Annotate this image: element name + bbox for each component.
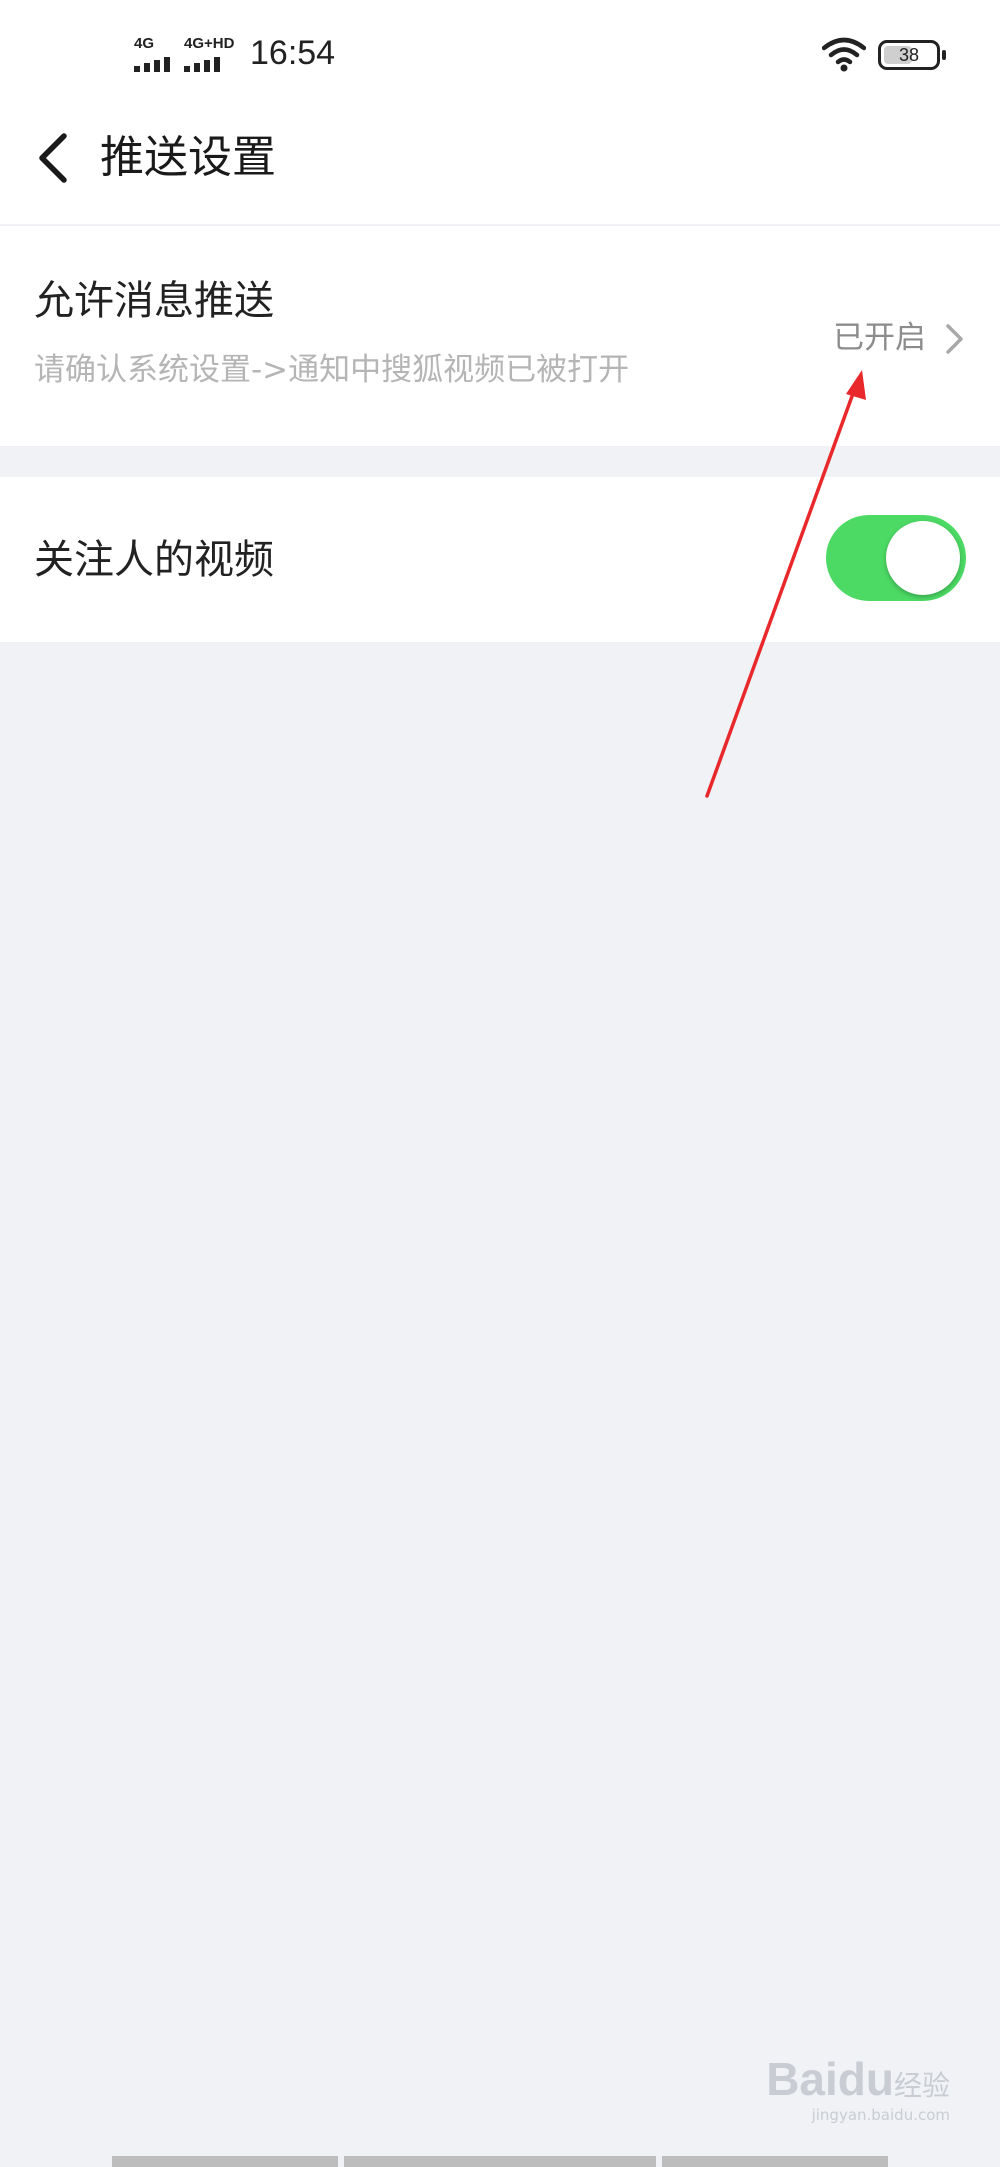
watermark-url: jingyan.baidu.com	[811, 2106, 950, 2124]
baidu-watermark: Baidu经验 jingyan.baidu.com	[766, 2052, 950, 2124]
watermark-brand: Baidu	[766, 2053, 894, 2105]
dock-bar-2	[344, 2156, 656, 2167]
annotation-arrow	[705, 370, 866, 798]
dock-bar-3	[662, 2156, 888, 2167]
watermark-text: 经验	[893, 2069, 950, 2102]
dock-bar-1	[112, 2156, 338, 2167]
